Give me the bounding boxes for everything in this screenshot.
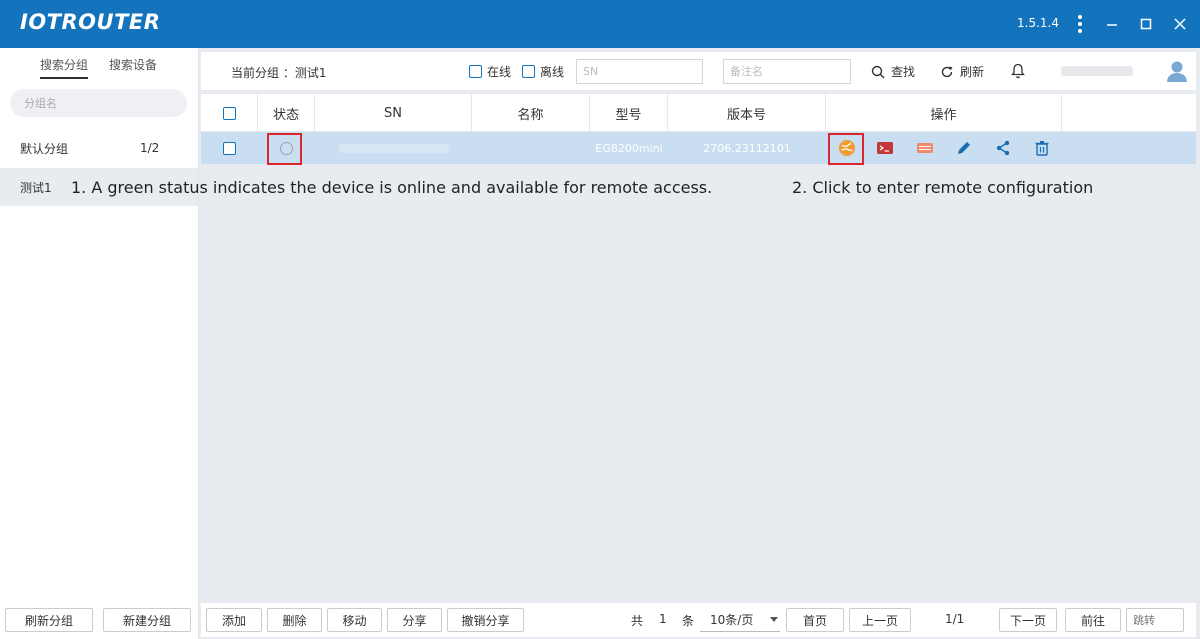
row-name — [472, 132, 590, 164]
annotation-status: 1. A green status indicates the device i… — [71, 178, 713, 197]
tab-search-device[interactable]: 搜索设备 — [109, 56, 157, 73]
prev-page-button[interactable]: 上一页 — [849, 608, 911, 632]
offline-label: 离线 — [540, 65, 565, 79]
pagination-bar: 添加 删除 移动 分享 撤销分享 共 1 条 10条/页 首页 上一页 1/1 … — [201, 603, 1196, 637]
close-icon[interactable] — [1168, 12, 1192, 36]
total-suffix: 条 — [682, 614, 695, 628]
row-version: 2706.23112101 — [703, 141, 791, 155]
next-page-button[interactable]: 下一页 — [999, 608, 1057, 632]
chevron-down-icon — [770, 617, 778, 622]
share-button[interactable]: 分享 — [387, 608, 442, 632]
offline-checkbox[interactable] — [522, 65, 535, 78]
sidebar: 搜索分组 搜索设备 默认分组 1/2 测试1 刷新分组 新建分组 — [0, 48, 199, 639]
group-name: 默认分组 — [20, 141, 69, 156]
search-icon — [871, 65, 885, 78]
share-icon[interactable] — [993, 138, 1013, 158]
goto-button[interactable]: 前往 — [1065, 608, 1121, 632]
unshare-button[interactable]: 撤销分享 — [447, 608, 524, 632]
refresh-button[interactable]: 刷新 — [940, 63, 984, 80]
search-label: 查找 — [891, 65, 916, 79]
maximize-icon[interactable] — [1134, 12, 1158, 36]
delete-button[interactable]: 删除 — [267, 608, 322, 632]
bell-icon — [1011, 63, 1025, 79]
move-button[interactable]: 移动 — [327, 608, 382, 632]
page-info: 1/1 — [945, 612, 965, 626]
group-name: 测试1 — [20, 180, 52, 195]
toolbar: 当前分组 ：测试1 在线 离线 查找 刷新 — [201, 52, 1196, 90]
group-count: 1/2 — [140, 141, 160, 155]
header-spacer — [1062, 94, 1196, 132]
group-search-input[interactable] — [10, 89, 187, 117]
row-select[interactable] — [201, 132, 258, 164]
row-sn — [315, 132, 472, 164]
table-row[interactable]: EG8200mini 2706.23112101 — [201, 132, 1196, 164]
row-model: EG8200mini — [595, 141, 663, 155]
status-highlight-box — [267, 133, 302, 165]
refresh-label: 刷新 — [960, 65, 985, 79]
header-actions: 操作 — [826, 94, 1062, 132]
search-button[interactable]: 查找 — [871, 63, 915, 80]
total-prefix: 共 — [631, 614, 644, 628]
header-status: 状态 — [258, 94, 315, 132]
user-name-blurred — [1061, 66, 1133, 76]
remote-config-highlight-box — [828, 133, 864, 165]
current-group-label: 当前分组 ：测试1 — [231, 66, 327, 80]
header-name: 名称 — [472, 94, 590, 132]
jump-page-input[interactable] — [1126, 608, 1184, 632]
user-avatar-icon[interactable] — [1164, 58, 1190, 84]
new-group-button[interactable]: 新建分组 — [103, 608, 191, 632]
header-sn: SN — [315, 94, 472, 132]
refresh-group-button[interactable]: 刷新分组 — [5, 608, 93, 632]
row-checkbox[interactable] — [223, 141, 236, 155]
refresh-icon — [941, 66, 953, 77]
total-count: 1 — [659, 612, 667, 626]
add-button[interactable]: 添加 — [206, 608, 262, 632]
notification-button[interactable] — [1011, 63, 1025, 79]
header-select-all[interactable] — [201, 94, 258, 132]
title-bar: IOTROUTER 1.5.1.4 — [0, 0, 1200, 48]
more-menu-icon[interactable] — [1068, 12, 1092, 36]
terminal-icon[interactable] — [875, 138, 895, 158]
first-page-button[interactable]: 首页 — [786, 608, 844, 632]
offline-filter[interactable]: 离线 — [522, 63, 564, 80]
online-label: 在线 — [487, 65, 512, 79]
page-size-select[interactable]: 10条/页 — [700, 607, 780, 632]
edit-icon[interactable] — [954, 138, 974, 158]
annotation-remote-config: 2. Click to enter remote configuration — [792, 178, 1094, 197]
sn-blurred — [338, 143, 449, 153]
app-logo: IOTROUTER — [20, 10, 161, 34]
router-icon[interactable] — [915, 138, 935, 158]
tab-search-group[interactable]: 搜索分组 — [40, 56, 89, 79]
device-table: 状态 SN 名称 型号 版本号 操作 EG8200mini 2706.23112… — [201, 94, 1196, 164]
header-version: 版本号 — [668, 94, 826, 132]
table-header: 状态 SN 名称 型号 版本号 操作 — [201, 94, 1196, 132]
sn-input[interactable] — [576, 59, 703, 84]
online-filter[interactable]: 在线 — [469, 63, 511, 80]
online-checkbox[interactable] — [469, 65, 482, 78]
trash-icon[interactable] — [1032, 138, 1052, 158]
minimize-icon[interactable] — [1100, 12, 1124, 36]
group-item-default[interactable]: 默认分组 1/2 — [0, 129, 198, 167]
select-all-checkbox[interactable] — [222, 106, 236, 120]
remark-input[interactable] — [723, 59, 851, 84]
app-version: 1.5.1.4 — [1017, 16, 1059, 30]
page-size-value: 10条/页 — [710, 612, 754, 627]
header-model: 型号 — [590, 94, 668, 132]
